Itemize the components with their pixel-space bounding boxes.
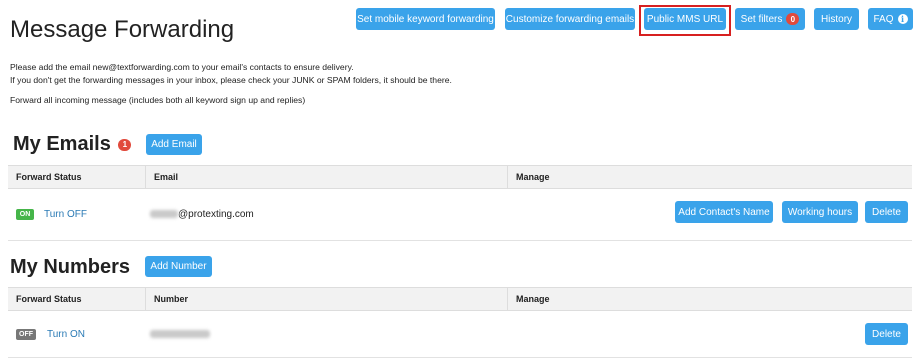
faq-label: FAQ — [873, 13, 894, 25]
set-filters-button[interactable]: Set filters 0 — [735, 8, 805, 30]
add-email-label: Add Email — [151, 139, 197, 150]
number-row-divider — [8, 357, 912, 358]
working-hours-button[interactable]: Working hours — [782, 201, 858, 223]
email-address: @protexting.com — [150, 209, 254, 220]
status-off-badge: OFF — [16, 329, 36, 340]
email-row-divider — [8, 240, 912, 241]
emails-table-header: Forward Status Email Manage — [8, 165, 912, 189]
numbers-col-forward-status: Forward Status — [16, 294, 82, 304]
redacted-email-user — [150, 210, 178, 219]
history-button[interactable]: History — [814, 8, 859, 30]
add-number-label: Add Number — [150, 261, 207, 272]
phone-number — [150, 329, 210, 340]
numbers-col-manage: Manage — [516, 294, 550, 304]
set-filters-label: Set filters — [740, 13, 783, 25]
page-title: Message Forwarding — [10, 16, 235, 43]
numbers-col-number: Number — [154, 294, 189, 304]
delete-email-button[interactable]: Delete — [865, 201, 908, 223]
set-mobile-keyword-forwarding-label: Set mobile keyword forwarding — [357, 13, 494, 25]
public-mms-url-label: Public MMS URL — [646, 13, 724, 25]
info-text-junk: If you don't get the forwarding messages… — [10, 75, 452, 85]
emails-section-title-text: My Emails — [13, 133, 111, 155]
emails-col-manage: Manage — [516, 172, 550, 182]
add-contact-name-label: Add Contact's Name — [678, 206, 770, 218]
email-domain: @protexting.com — [178, 209, 254, 220]
emails-col-forward-status: Forward Status — [16, 172, 82, 182]
add-number-button[interactable]: Add Number — [145, 256, 212, 277]
add-email-button[interactable]: Add Email — [146, 134, 202, 155]
numbers-section-title: My Numbers — [10, 256, 131, 278]
emails-section-title: My Emails 1 — [13, 133, 132, 156]
add-contact-name-button[interactable]: Add Contact's Name — [675, 201, 773, 223]
numbers-table-header: Forward Status Number Manage — [8, 287, 912, 311]
turn-off-link[interactable]: Turn OFF — [44, 209, 87, 220]
faq-button[interactable]: FAQ i — [868, 8, 913, 30]
public-mms-url-button[interactable]: Public MMS URL — [644, 8, 726, 30]
emails-count-badge: 1 — [118, 138, 132, 151]
customize-forwarding-emails-button[interactable]: Customize forwarding emails — [505, 8, 635, 30]
set-mobile-keyword-forwarding-button[interactable]: Set mobile keyword forwarding — [356, 8, 495, 30]
info-text-forward-all: Forward all incoming message (includes b… — [10, 95, 306, 105]
delete-number-label: Delete — [872, 328, 901, 340]
filters-count-badge: 0 — [786, 13, 800, 25]
status-on-badge: ON — [16, 209, 34, 220]
emails-col-email: Email — [154, 172, 179, 182]
customize-forwarding-emails-label: Customize forwarding emails — [505, 13, 635, 25]
turn-on-link[interactable]: Turn ON — [47, 329, 85, 340]
working-hours-label: Working hours — [787, 206, 853, 218]
redacted-phone-number — [150, 330, 210, 339]
delete-number-button[interactable]: Delete — [865, 323, 908, 345]
info-icon: i — [897, 14, 908, 24]
delete-email-label: Delete — [872, 206, 901, 218]
history-label: History — [820, 13, 853, 25]
info-text-contacts: Please add the email new@textforwarding.… — [10, 62, 354, 72]
